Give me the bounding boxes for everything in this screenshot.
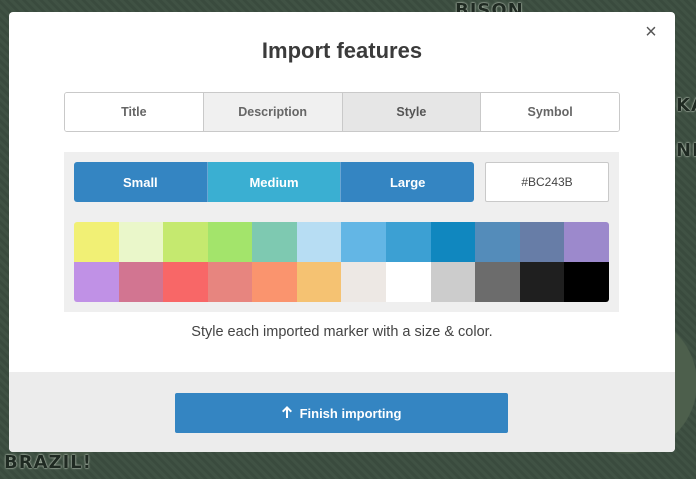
color-swatch[interactable]	[430, 262, 476, 302]
tab-symbol[interactable]: Symbol	[481, 93, 619, 131]
tab-style[interactable]: Style	[342, 93, 482, 131]
modal-title: Import features	[261, 38, 423, 63]
color-swatch[interactable]	[386, 222, 431, 262]
finish-importing-label: Finish importing	[299, 405, 402, 421]
map-label-brazil: BRAZIL!	[4, 452, 92, 473]
tab-description[interactable]: Description	[203, 93, 343, 131]
size-large-button[interactable]: Large	[341, 162, 474, 202]
color-swatch[interactable]	[296, 262, 342, 302]
finish-importing-button[interactable]: Finish importing	[175, 393, 508, 433]
color-swatch[interactable]	[163, 262, 208, 302]
color-swatch[interactable]	[519, 262, 565, 302]
color-swatch[interactable]	[386, 262, 431, 302]
color-swatch[interactable]	[564, 222, 609, 262]
marker-size-group: Small Medium Large	[74, 162, 474, 202]
color-swatch[interactable]	[163, 222, 208, 262]
color-swatch[interactable]	[118, 262, 164, 302]
color-swatch[interactable]	[74, 222, 119, 262]
color-swatch[interactable]	[341, 222, 387, 262]
size-medium-button[interactable]: Medium	[207, 162, 342, 202]
map-label-kaz: KAZ	[676, 95, 696, 116]
color-swatch-grid	[74, 222, 609, 302]
tab-title[interactable]: Title	[65, 93, 204, 131]
size-small-button[interactable]: Small	[74, 162, 208, 202]
color-swatch[interactable]	[207, 222, 253, 262]
color-swatch[interactable]	[430, 222, 476, 262]
color-swatch[interactable]	[341, 262, 387, 302]
color-swatch[interactable]	[118, 222, 164, 262]
style-panel: Small Medium Large	[64, 152, 619, 312]
color-swatch[interactable]	[519, 222, 565, 262]
color-swatch[interactable]	[74, 262, 119, 302]
color-swatch[interactable]	[296, 222, 342, 262]
color-swatch[interactable]	[475, 222, 520, 262]
color-swatch[interactable]	[475, 262, 520, 302]
import-features-modal: × Import features Title Description Styl…	[9, 12, 675, 452]
color-hex-input[interactable]	[485, 162, 609, 202]
modal-footer: Finish importing	[9, 372, 675, 452]
color-swatch[interactable]	[564, 262, 609, 302]
map-label-nek: NEK	[676, 140, 696, 161]
color-swatch[interactable]	[207, 262, 253, 302]
feature-tabs: Title Description Style Symbol	[64, 92, 620, 132]
color-swatch[interactable]	[252, 222, 297, 262]
arrow-up-icon	[281, 406, 292, 420]
style-hint-text: Style each imported marker with a size &…	[191, 324, 493, 340]
color-swatch[interactable]	[252, 262, 297, 302]
